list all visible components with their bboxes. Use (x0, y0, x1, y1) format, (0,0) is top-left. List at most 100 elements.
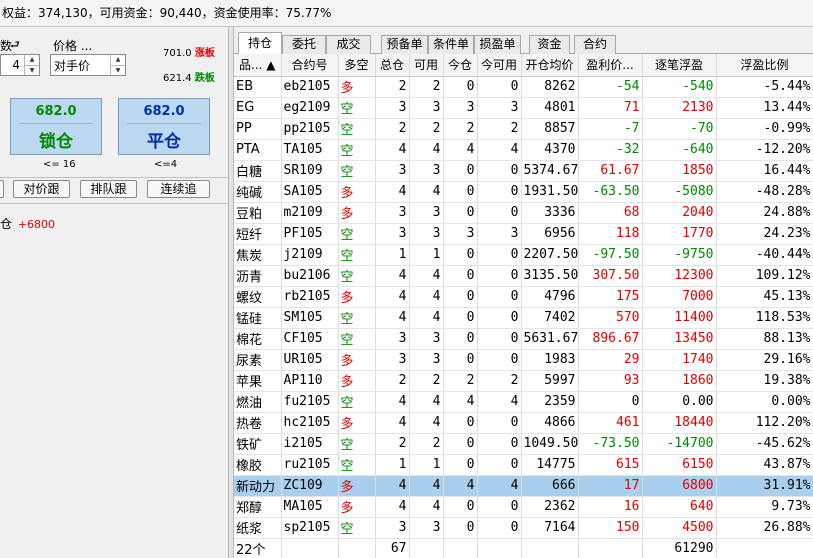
col-float-ratio-header[interactable]: 浮盈比例 (716, 54, 813, 77)
table-row[interactable]: 焦炭 j2109 空 1 1 0 0 2207.50 -97.50 -9750 -40.44% (234, 244, 813, 266)
cell-total: 2 (375, 118, 410, 140)
table-row[interactable]: 燃油 fu2105 空 4 4 4 4 2359 0 0.00 0.00% (234, 391, 813, 413)
cell-pnl-price: 461 (578, 412, 643, 434)
follow-queue-button[interactable]: 排队跟 (80, 180, 137, 198)
table-row[interactable]: 棉花 CF105 空 3 3 0 0 5631.67 896.67 13450 88.13% (234, 328, 813, 350)
cell-contract: AP110 (281, 370, 339, 392)
price-down-icon[interactable]: ▼ (111, 66, 125, 76)
cell-float-pnl: -70 (642, 118, 717, 140)
cell-float-ratio: 29.16% (716, 349, 813, 371)
table-row[interactable]: 锰硅 SM105 空 4 4 0 0 7402 570 11400 118.53% (234, 307, 813, 329)
cell-direction: 空 (338, 307, 376, 329)
cell-direction: 多 (338, 412, 376, 434)
col-float-pnl-header[interactable]: 逐笔浮盈 (642, 54, 717, 77)
table-row[interactable]: PP pp2105 空 2 2 2 2 8857 -7 -70 -0.99% (234, 118, 813, 140)
table-row[interactable]: 螺纹 rb2105 多 4 4 0 0 4796 175 7000 45.13% (234, 286, 813, 308)
cell-today: 3 (443, 223, 478, 245)
cell-float-pnl: -9750 (642, 244, 717, 266)
table-row[interactable]: 尿素 UR105 多 3 3 0 0 1983 29 1740 29.16% (234, 349, 813, 371)
cell-avg-open: 5631.67 (521, 328, 579, 350)
col-today-header[interactable]: 今仓 (443, 54, 478, 77)
cell-product: 白糖 (234, 160, 282, 182)
qty-stepper[interactable]: 4 ▲ ▼ (0, 54, 40, 76)
table-row[interactable]: 橡胶 ru2105 空 1 1 0 0 14775 615 6150 43.87% (234, 454, 813, 476)
table-row[interactable]: 纸浆 sp2105 空 3 3 0 0 7164 150 4500 26.88% (234, 517, 813, 539)
price-type-select[interactable]: 对手价 ▲ ▼ (50, 54, 126, 76)
table-row[interactable]: 铁矿 i2105 空 2 2 0 0 1049.50 -73.50 -14700 -45.62% (234, 433, 813, 455)
cell-contract: ZC109 (281, 475, 339, 497)
table-row[interactable]: 新动力 ZC109 多 4 4 4 4 666 17 6800 31.91% (234, 475, 813, 497)
price-label[interactable]: 价格 ... (53, 37, 92, 54)
table-row[interactable]: 苹果 AP110 多 2 2 2 2 5997 93 1860 19.38% (234, 370, 813, 392)
cell-today: 0 (443, 265, 478, 287)
return-icon[interactable]: ⮐ (10, 36, 20, 55)
tab-trades[interactable]: 成交 (326, 35, 371, 54)
cell-contract: sp2105 (281, 517, 339, 539)
col-direction-header[interactable]: 多空 (338, 54, 376, 77)
table-row[interactable]: 沥青 bu2106 空 4 4 0 0 3135.50 307.50 12300 109.12% (234, 265, 813, 287)
cell-contract: eb2105 (281, 76, 339, 98)
qty-down-icon[interactable]: ▼ (25, 66, 39, 76)
continuous-chase-button[interactable]: 连续追 (147, 180, 210, 198)
table-row[interactable]: PTA TA105 空 4 4 4 4 4370 -32 -640 -12.20% (234, 139, 813, 161)
col-today-available-header[interactable]: 今可用 (477, 54, 522, 77)
cell-available: 4 (409, 139, 444, 161)
cell-today: 0 (443, 349, 478, 371)
col-total-header[interactable]: 总仓 (375, 54, 410, 77)
tab-positions[interactable]: 持仓 (238, 32, 282, 55)
col-contract-header[interactable]: 合约号 (281, 54, 339, 77)
cell-avg-open: 5997 (521, 370, 579, 392)
lock-position-button[interactable]: 682.0 锁仓 (10, 98, 102, 155)
col-product-header[interactable]: 品... ▲ (234, 54, 282, 77)
tab-conditional-orders[interactable]: 条件单 (428, 35, 474, 54)
cell-available: 3 (409, 223, 444, 245)
col-available-header[interactable]: 可用 (409, 54, 444, 77)
cell-pnl-price: 68 (578, 202, 643, 224)
cell-available: 4 (409, 181, 444, 203)
table-header: 品... ▲ 合约号 多空 总仓 可用 今仓 今可用 开仓均价 盈利价... 逐笔浮盈 浮盈比例 (234, 54, 813, 77)
cell-direction: 空 (338, 454, 376, 476)
cell-avg-open: 3135.50 (521, 265, 579, 287)
table-row[interactable]: 豆粕 m2109 多 3 3 0 0 3336 68 2040 24.88% (234, 202, 813, 224)
cell-float-pnl: 11400 (642, 307, 717, 329)
cell-product: 热卷 (234, 412, 282, 434)
price-up-icon[interactable]: ▲ (111, 55, 125, 66)
qty-up-icon[interactable]: ▲ (25, 55, 39, 66)
cell-float-pnl: 18440 (642, 412, 717, 434)
table-row[interactable]: 郑醇 MA105 多 4 4 0 0 2362 16 640 9.73% (234, 496, 813, 518)
table-row[interactable]: 纯碱 SA105 多 4 4 0 0 1931.50 -63.50 -5080 -48.28% (234, 181, 813, 203)
follow-counter-price-button[interactable]: 对价跟 (13, 180, 70, 198)
cell-today-available: 0 (477, 286, 522, 308)
tab-stop-orders[interactable]: 损盈单 (474, 35, 521, 54)
limit-down-price: 621.4 跌板 (163, 73, 215, 84)
cell-available: 4 (409, 391, 444, 413)
table-row[interactable]: EB eb2105 多 2 2 0 0 8262 -54 -540 -5.44% (234, 76, 813, 98)
tab-prepared-orders[interactable]: 预备单 (381, 35, 428, 54)
partial-button[interactable] (0, 180, 4, 198)
cell-direction: 多 (338, 475, 376, 497)
cell-today: 2 (443, 118, 478, 140)
cell-today: 3 (443, 97, 478, 119)
cell-float-ratio: 45.13% (716, 286, 813, 308)
table-row[interactable]: 白糖 SR109 空 3 3 0 0 5374.67 61.67 1850 16.44% (234, 160, 813, 182)
cell-total: 1 (375, 244, 410, 266)
tab-orders[interactable]: 委托 (282, 35, 326, 54)
tab-funds[interactable]: 资金 (529, 35, 570, 54)
cell-product: 短纤 (234, 223, 282, 245)
table-row[interactable]: 热卷 hc2105 多 4 4 0 0 4866 461 18440 112.20% (234, 412, 813, 434)
cell-direction: 空 (338, 160, 376, 182)
cell-float-ratio: -40.44% (716, 244, 813, 266)
col-avg-open-header[interactable]: 开仓均价 (521, 54, 579, 77)
tab-contracts[interactable]: 合约 (574, 35, 616, 54)
cell-direction: 空 (338, 328, 376, 350)
col-pnl-price-header[interactable]: 盈利价... (578, 54, 643, 77)
close-position-button[interactable]: 682.0 平仓 (118, 98, 210, 155)
cell-product: PP (234, 118, 282, 140)
cell-contract: bu2106 (281, 265, 339, 287)
table-row[interactable]: 短纤 PF105 空 3 3 3 3 6956 118 1770 24.23% (234, 223, 813, 245)
table-row[interactable]: EG eg2109 空 3 3 3 3 4801 71 2130 13.44% (234, 97, 813, 119)
summary-cell (716, 538, 813, 558)
cell-pnl-price: 570 (578, 307, 643, 329)
cell-float-ratio: 26.88% (716, 517, 813, 539)
cell-pnl-price: -63.50 (578, 181, 643, 203)
